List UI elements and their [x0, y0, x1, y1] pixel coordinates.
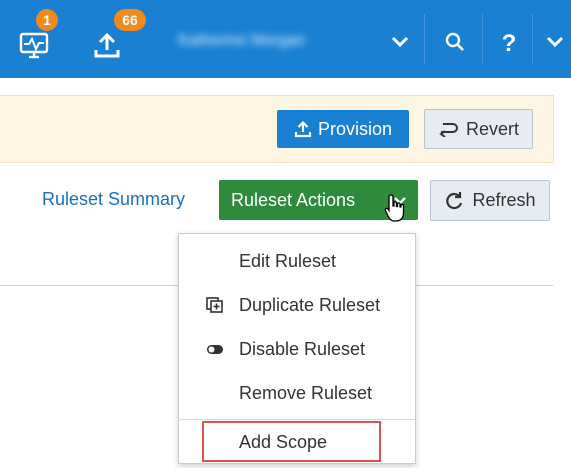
help-button[interactable]: ? [494, 26, 524, 60]
topbar-divider [532, 14, 533, 64]
menu-item-remove-ruleset[interactable]: Remove Ruleset [179, 371, 415, 415]
svg-text:?: ? [502, 30, 517, 56]
provision-button[interactable]: Provision [277, 110, 409, 148]
revert-button[interactable]: Revert [424, 109, 533, 149]
revert-label: Revert [465, 118, 519, 139]
toggle-icon [207, 345, 223, 354]
search-icon [445, 32, 464, 51]
monitor-icon [19, 32, 49, 59]
refresh-label: Refresh [472, 190, 536, 210]
duplicate-icon [206, 297, 223, 313]
menu-item-label: Remove Ruleset [239, 382, 373, 403]
upload-badge: 66 [114, 9, 146, 31]
ruleset-summary-link[interactable]: Ruleset Summary [42, 189, 185, 210]
chevron-down-icon [391, 36, 409, 48]
menu-item-label: Edit Ruleset [239, 250, 337, 271]
monitor-button[interactable]: 1 [18, 9, 58, 62]
ruleset-actions-label: Ruleset Actions [231, 189, 356, 210]
refresh-icon [446, 191, 463, 209]
more-menu-toggle[interactable] [540, 28, 570, 56]
add-scope-highlight [202, 421, 381, 462]
topbar-divider [482, 14, 483, 64]
topbar-divider [424, 14, 425, 64]
help-icon: ? [502, 30, 517, 56]
menu-item-duplicate-ruleset[interactable]: Duplicate Ruleset [179, 283, 415, 327]
revert-icon [439, 123, 458, 137]
search-button[interactable] [436, 26, 474, 60]
menu-item-label: Disable Ruleset [239, 338, 366, 359]
refresh-button[interactable]: Refresh [430, 180, 550, 221]
menu-item-edit-ruleset[interactable]: Edit Ruleset [179, 239, 415, 283]
monitor-badge: 1 [36, 9, 58, 31]
user-name: Katherine Morgan [178, 32, 306, 49]
upload-button[interactable]: 66 [92, 9, 152, 62]
chevron-down-icon [546, 36, 564, 48]
menu-item-disable-ruleset[interactable]: Disable Ruleset [179, 327, 415, 371]
provision-label: Provision [317, 118, 393, 139]
upload-icon [94, 32, 120, 58]
top-navbar: 1 66 Katherine Morgan ? [0, 0, 571, 78]
user-menu-toggle[interactable] [386, 28, 414, 56]
hand-cursor-icon [384, 194, 405, 222]
upload-icon [294, 120, 312, 138]
menu-item-label: Duplicate Ruleset [239, 294, 381, 315]
